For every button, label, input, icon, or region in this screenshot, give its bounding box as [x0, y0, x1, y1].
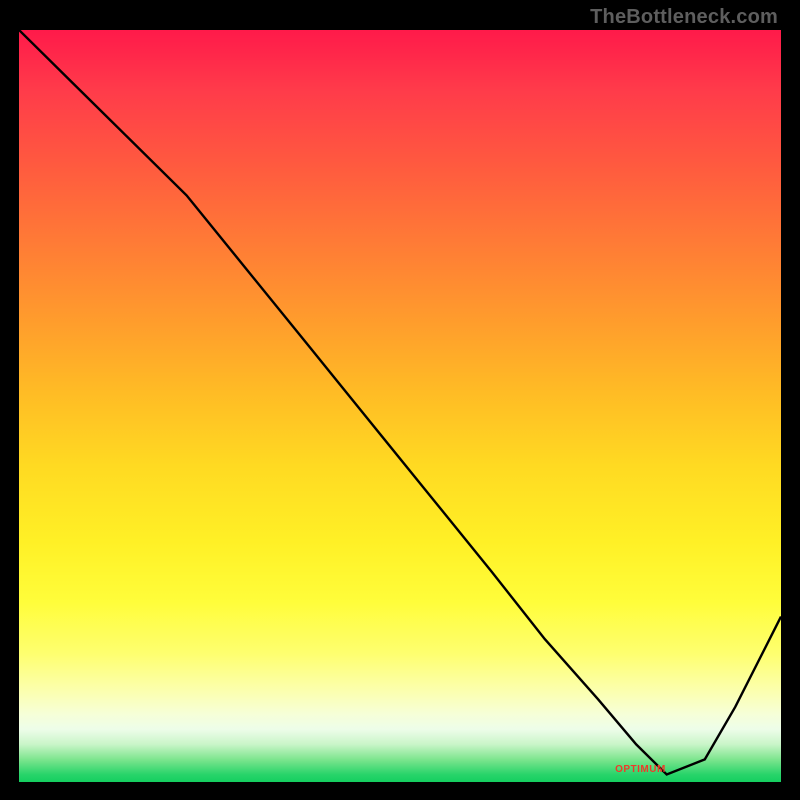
bottleneck-gradient: [19, 30, 781, 782]
plot-area: OPTIMUM: [19, 30, 781, 782]
plot-inner: OPTIMUM: [19, 30, 781, 782]
watermark-text: TheBottleneck.com: [590, 6, 778, 29]
